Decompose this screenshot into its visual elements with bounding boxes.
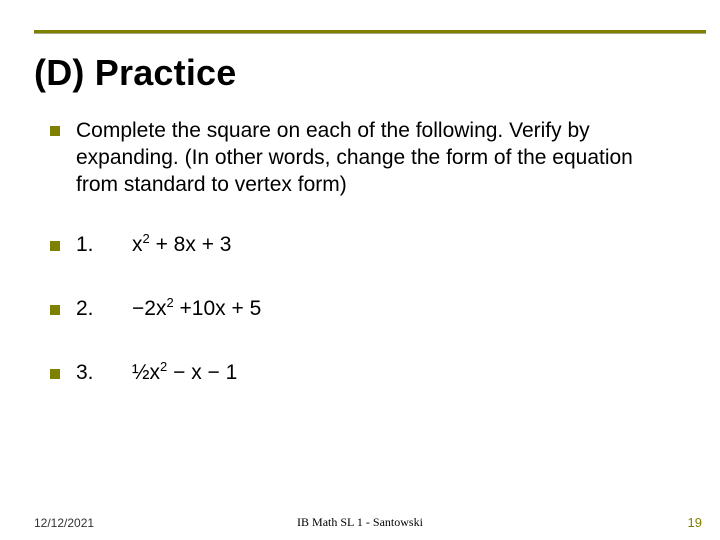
intro-row: Complete the square on each of the follo… [50,118,680,199]
item-expression: ½x2 − x − 1 [132,361,237,385]
item-number: 2. [76,297,132,321]
item-number: 1. [76,233,132,257]
bullet-icon [50,369,60,379]
item-expression: −2x2 +10x + 5 [132,297,261,321]
bullet-icon [50,126,60,136]
bullet-icon [50,241,60,251]
list-item: 1. x2 + 8x + 3 [50,233,680,257]
slide-title: (D) Practice [34,52,236,94]
item-number: 3. [76,361,132,385]
list-item: 3. ½x2 − x − 1 [50,361,680,385]
item-expression: x2 + 8x + 3 [132,233,231,257]
list-item: 2. −2x2 +10x + 5 [50,297,680,321]
slide-footer: 12/12/2021 IB Math SL 1 - Santowski 19 [0,510,720,530]
footer-page-number: 19 [688,515,702,530]
intro-text: Complete the square on each of the follo… [76,118,680,199]
bullet-icon [50,305,60,315]
footer-center: IB Math SL 1 - Santowski [0,515,720,530]
top-rule-shadow [34,33,706,34]
slide-content: Complete the square on each of the follo… [50,118,680,385]
